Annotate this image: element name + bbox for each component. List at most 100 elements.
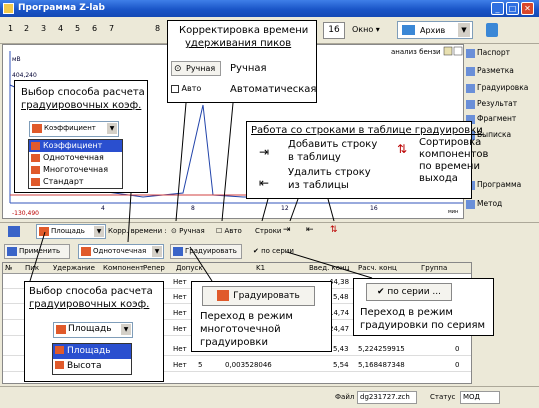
nav-passport[interactable]: Паспорт bbox=[466, 48, 510, 58]
cell-calc-conc: 5,168487348 bbox=[358, 361, 405, 369]
cell-group: 0 bbox=[455, 345, 460, 353]
peak-parameter-list[interactable]: Площадь Высота bbox=[52, 343, 132, 375]
area-combo[interactable]: Площадь ▼ bbox=[53, 322, 133, 338]
add-row-text-1: Добавить строку bbox=[288, 139, 378, 150]
cell-k1: 0,003528046 bbox=[225, 361, 272, 369]
sort-icon[interactable]: ⇅ bbox=[330, 225, 338, 235]
auto-correction-checkbox[interactable]: ☐ Авто bbox=[216, 227, 242, 235]
tab-16[interactable]: 16 bbox=[323, 22, 345, 39]
multipoint-text-1: Переход в режим bbox=[200, 311, 293, 322]
cell-entered-conc: 44,38 bbox=[329, 278, 350, 286]
add-row-icon[interactable]: ⇥ bbox=[283, 225, 291, 235]
nav-calibration-label: Градуировка bbox=[477, 83, 529, 92]
calibrate-button[interactable]: Градуировать bbox=[202, 286, 315, 306]
method-icon bbox=[466, 199, 475, 209]
grid-icon[interactable] bbox=[8, 226, 20, 237]
nav-passport-label: Паспорт bbox=[477, 48, 510, 57]
col-reper: Репер bbox=[143, 264, 165, 272]
tab-4[interactable]: 4 bbox=[58, 24, 63, 33]
cell-reper: Нет bbox=[173, 309, 187, 317]
area-combo-label: Площадь bbox=[51, 227, 85, 235]
cell-entered-conc: 5,54 bbox=[333, 361, 349, 369]
nav-method[interactable]: Метод bbox=[466, 199, 502, 209]
passport-icon bbox=[466, 48, 475, 58]
option-standard[interactable]: Стандарт bbox=[29, 176, 122, 188]
callout-calibration-method: Выбор способа расчета градуировочных коэ… bbox=[14, 80, 148, 193]
calibration-method-list[interactable]: Коэффициент Одноточечная Многоточечная С… bbox=[28, 139, 123, 189]
tab-3[interactable]: 3 bbox=[41, 24, 46, 33]
option-coefficient[interactable]: Коэффициент bbox=[29, 140, 122, 152]
area-combo[interactable]: Площадь ▼ bbox=[36, 224, 106, 239]
callout-title-line2: удерживания пиков bbox=[185, 38, 292, 49]
calibrate-button[interactable]: Градуировать bbox=[170, 244, 242, 259]
option-height[interactable]: Высота bbox=[53, 359, 131, 374]
tab-8[interactable]: 8 bbox=[155, 24, 160, 33]
auto-checkbox[interactable]: Авто bbox=[171, 84, 219, 98]
add-row-icon: ⇥ bbox=[259, 145, 270, 159]
status-label: Статус bbox=[430, 393, 456, 401]
chevron-down-icon[interactable]: ▼ bbox=[121, 324, 131, 335]
remove-row-icon[interactable]: ⇤ bbox=[306, 225, 314, 235]
cell-entered-conc: 24,47 bbox=[329, 325, 350, 333]
option-area[interactable]: Площадь bbox=[53, 344, 131, 359]
cell-reper: Нет bbox=[173, 293, 187, 301]
chevron-down-icon[interactable]: ▼ bbox=[458, 23, 470, 37]
calibration-type-combo[interactable]: Одноточечная ▼ bbox=[78, 244, 164, 259]
close-button[interactable]: ✕ bbox=[521, 2, 534, 15]
sort-text-4: выхода bbox=[419, 173, 458, 184]
cell-entered-conc: 5,48 bbox=[333, 293, 349, 301]
option-multi-point[interactable]: Многоточечная bbox=[29, 164, 122, 176]
callout-title: Работа со строками в таблице градуировки bbox=[251, 125, 483, 136]
tab-7[interactable]: 7 bbox=[109, 24, 114, 33]
nav-calibration[interactable]: Градуировка bbox=[466, 83, 528, 93]
nav-markup-label: Разметка bbox=[477, 66, 514, 75]
manual-correction-button[interactable]: ⊙ Ручная bbox=[171, 227, 205, 235]
tab-1[interactable]: 1 bbox=[8, 24, 13, 33]
tab-2[interactable]: 2 bbox=[24, 24, 29, 33]
by-series-button[interactable]: ✔ по серии bbox=[253, 247, 294, 255]
archive-combo[interactable]: Архив ▼ bbox=[397, 21, 473, 39]
result-icon bbox=[466, 99, 475, 109]
by-series-label: по серии bbox=[261, 247, 294, 255]
callout-series: ✔ по серии ... Переход в режим градуиров… bbox=[353, 278, 494, 336]
checkbox-icon bbox=[171, 84, 179, 93]
option-coefficient-label: Коэффициент bbox=[43, 141, 103, 150]
manual-button[interactable]: ⊙ Ручная bbox=[171, 61, 221, 76]
calibrate-icon bbox=[217, 290, 230, 301]
sort-text-2: компонентов bbox=[419, 149, 489, 160]
nav-fragment-label: Фрагмент bbox=[477, 114, 517, 123]
col-component: Компонент bbox=[103, 264, 144, 272]
series-text-2: градуировки по сериям bbox=[360, 320, 486, 331]
file-label: Файл bbox=[335, 393, 355, 401]
file-name: dg231727.zch bbox=[357, 391, 417, 404]
window-menu[interactable]: Окно ▾ bbox=[352, 25, 380, 34]
nav-fragment[interactable]: Фрагмент bbox=[466, 114, 516, 124]
multipoint-text-3: градуировки bbox=[200, 337, 268, 348]
nav-program[interactable]: Программа bbox=[466, 180, 521, 190]
coefficient-combo[interactable]: Коэффициент ▼ bbox=[29, 121, 119, 137]
callout-title-line1: Выбор способа расчета bbox=[21, 87, 145, 98]
apply-button[interactable]: Применить bbox=[4, 244, 70, 259]
maximize-button[interactable]: □ bbox=[506, 2, 519, 15]
option-single-point[interactable]: Одноточечная bbox=[29, 152, 122, 164]
chevron-down-icon[interactable]: ▼ bbox=[152, 246, 162, 257]
standard-icon bbox=[31, 178, 40, 186]
window-menu-label: Окно bbox=[352, 25, 374, 34]
tab-5[interactable]: 5 bbox=[75, 24, 80, 33]
nav-markup[interactable]: Разметка bbox=[466, 66, 514, 76]
chevron-down-icon[interactable]: ▼ bbox=[94, 226, 104, 237]
sort-text-1: Сортировка bbox=[419, 137, 482, 148]
coefficient-combo-label: Коэффициент bbox=[44, 124, 96, 132]
tab-6[interactable]: 6 bbox=[92, 24, 97, 33]
auto-label: Авто bbox=[224, 227, 242, 235]
cell-entered-conc: 14,74 bbox=[329, 309, 350, 317]
nav-result[interactable]: Результат bbox=[466, 99, 517, 109]
help-icon[interactable] bbox=[486, 23, 498, 37]
remove-row-text-2: из таблицы bbox=[288, 180, 349, 191]
area-icon bbox=[56, 325, 66, 334]
status-value: МОД bbox=[460, 391, 500, 404]
chevron-down-icon[interactable]: ▼ bbox=[107, 123, 117, 134]
add-row-text-2: в таблицу bbox=[288, 152, 341, 163]
by-series-button[interactable]: ✔ по серии ... bbox=[366, 283, 452, 301]
minimize-button[interactable]: _ bbox=[491, 2, 504, 15]
